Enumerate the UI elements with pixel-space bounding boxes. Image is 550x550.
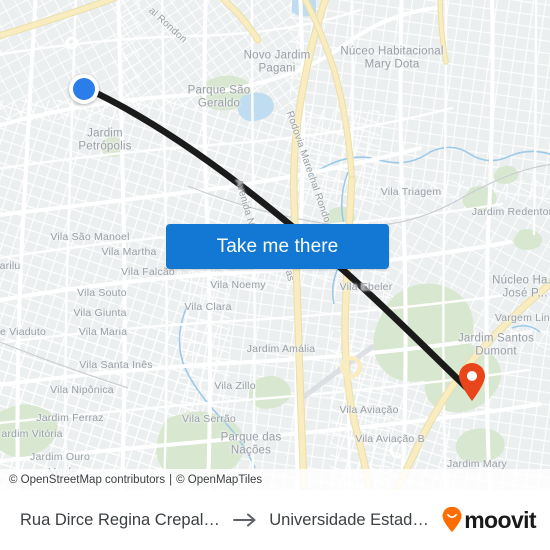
map-attribution: © OpenStreetMap contributors | © OpenMap… [0,469,550,490]
destination-pin-icon [459,363,485,401]
moovit-logo[interactable]: moovit [441,506,537,533]
attribution-separator: | [169,473,173,486]
arrow-right-icon [233,513,256,527]
moovit-wordmark: moovit [464,506,536,533]
openmaptiles-attribution-link[interactable]: © OpenMapTiles [176,474,262,486]
map-canvas[interactable]: Novo Jardim Pagani Núceo Habitacional Mar… [0,0,550,490]
destination-pin[interactable] [457,362,487,402]
route-summary[interactable]: Rua Dirce Regina Crepaldi ... Universida… [20,511,435,530]
origin-label: Rua Dirce Regina Crepaldi ... [20,510,224,529]
moovit-route-screen: Novo Jardim Pagani Núceo Habitacional Mar… [0,0,550,550]
destination-label: Universidade Estadua... [269,510,436,529]
bottom-bar: Rua Dirce Regina Crepaldi ... Universida… [0,490,550,550]
moovit-pin-icon [442,507,462,532]
take-me-there-button[interactable]: Take me there [166,224,389,269]
osm-attribution-link[interactable]: © OpenStreetMap contributors [9,474,165,486]
origin-dot[interactable] [69,74,99,104]
